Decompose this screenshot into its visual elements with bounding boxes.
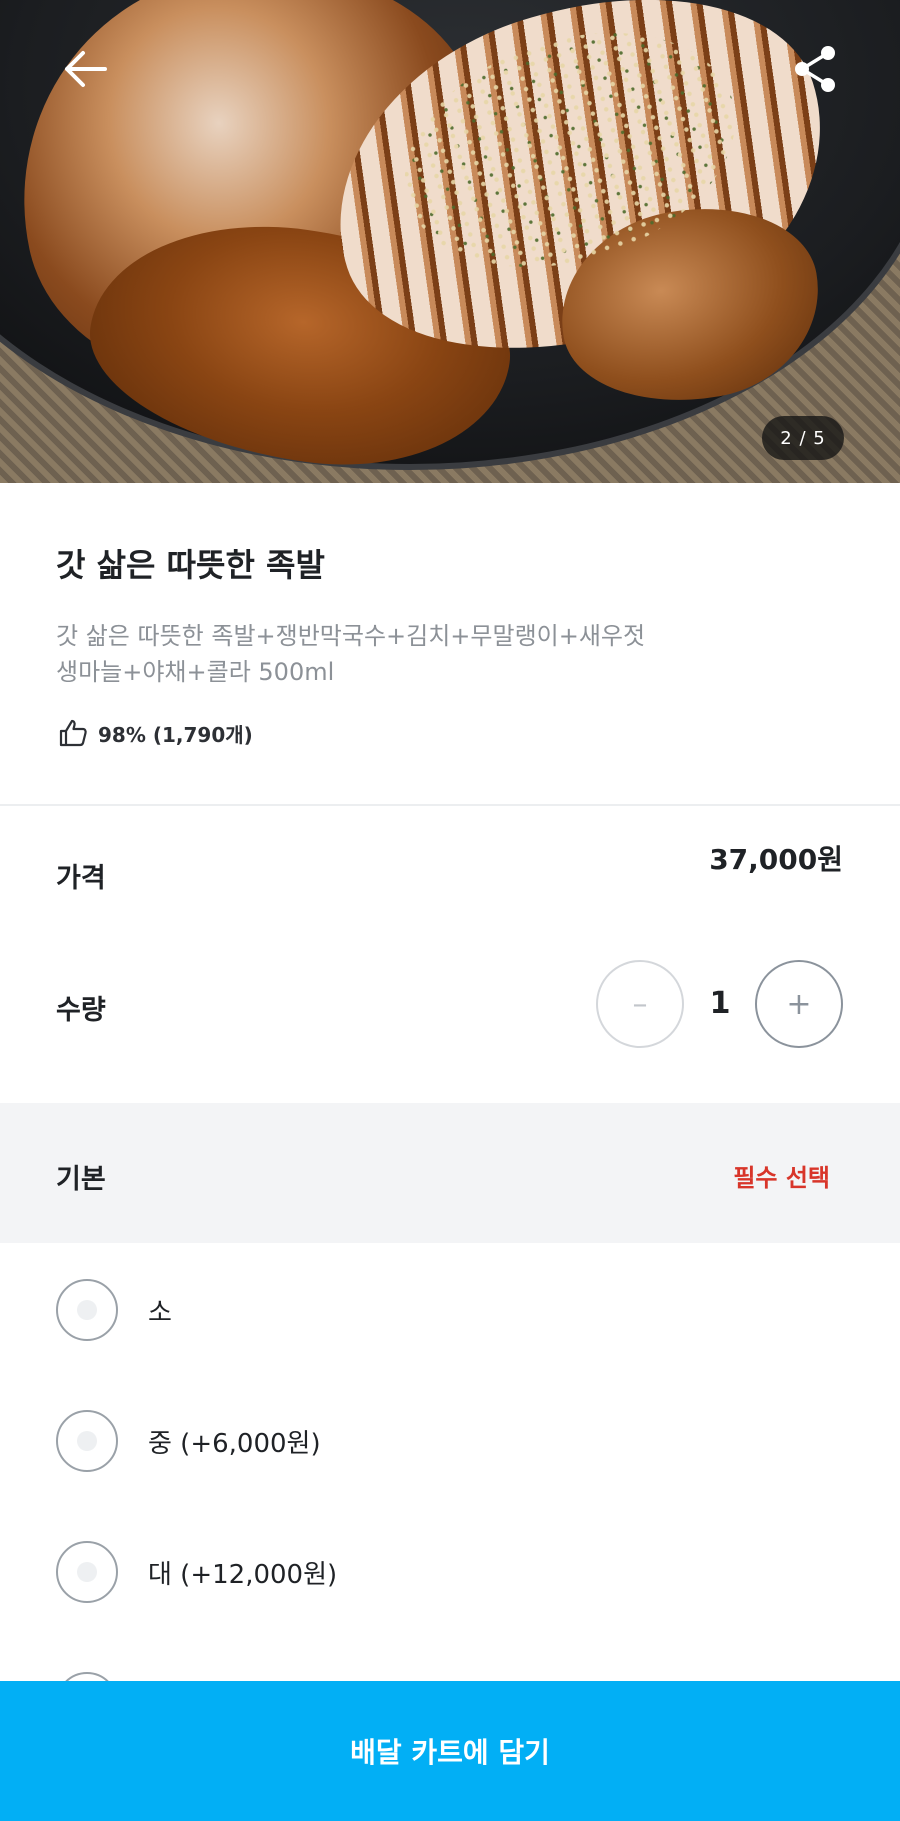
divider (0, 804, 900, 806)
thumbs-up-icon (59, 719, 87, 747)
rating-text: 98% (1,790개) (98, 722, 253, 747)
option-label: 소 (148, 1297, 172, 1328)
quantity-decrease-button[interactable]: – (596, 960, 684, 1048)
option-medium[interactable]: 중 (+6,000원) (56, 1409, 321, 1473)
quantity-increase-button[interactable]: + (755, 960, 843, 1048)
radio-dot (77, 1431, 97, 1451)
share-icon (795, 46, 835, 92)
product-title: 갓 삶은 따뜻한 족발 (56, 546, 325, 584)
add-to-cart-button[interactable]: 배달 카트에 담기 (0, 1681, 900, 1821)
radio-button[interactable] (56, 1279, 118, 1341)
price-label: 가격 (56, 863, 106, 894)
radio-button[interactable] (56, 1410, 118, 1472)
description-line: 생마늘+야채+콜라 500ml (56, 658, 335, 686)
product-image[interactable]: 2 / 5 (0, 0, 900, 483)
option-section-title: 기본 (56, 1164, 106, 1195)
radio-dot (77, 1562, 97, 1582)
quantity-label: 수량 (56, 995, 106, 1026)
back-arrow-icon (65, 51, 107, 87)
option-label: 대 (+12,000원) (148, 1559, 338, 1590)
quantity-value: 1 (709, 986, 731, 1021)
radio-button[interactable] (56, 1541, 118, 1603)
option-small[interactable]: 소 (56, 1278, 172, 1342)
image-pager: 2 / 5 (762, 416, 844, 460)
option-section-header: 기본 필수 선택 (0, 1103, 900, 1243)
option-large[interactable]: 대 (+12,000원) (56, 1540, 337, 1604)
option-label: 중 (+6,000원) (148, 1428, 321, 1459)
back-button[interactable] (50, 34, 120, 104)
price-value: 37,000원 (709, 843, 843, 876)
product-description: 갓 삶은 따뜻한 족발+쟁반막국수+김치+무말랭이+새우젓 생마늘+야채+콜라 … (56, 618, 856, 690)
required-badge: 필수 선택 (733, 1164, 830, 1192)
description-line: 갓 삶은 따뜻한 족발+쟁반막국수+김치+무말랭이+새우젓 (56, 622, 646, 650)
radio-dot (77, 1300, 97, 1320)
share-button[interactable] (780, 34, 850, 104)
rating: 98% (1,790개) (58, 718, 253, 748)
